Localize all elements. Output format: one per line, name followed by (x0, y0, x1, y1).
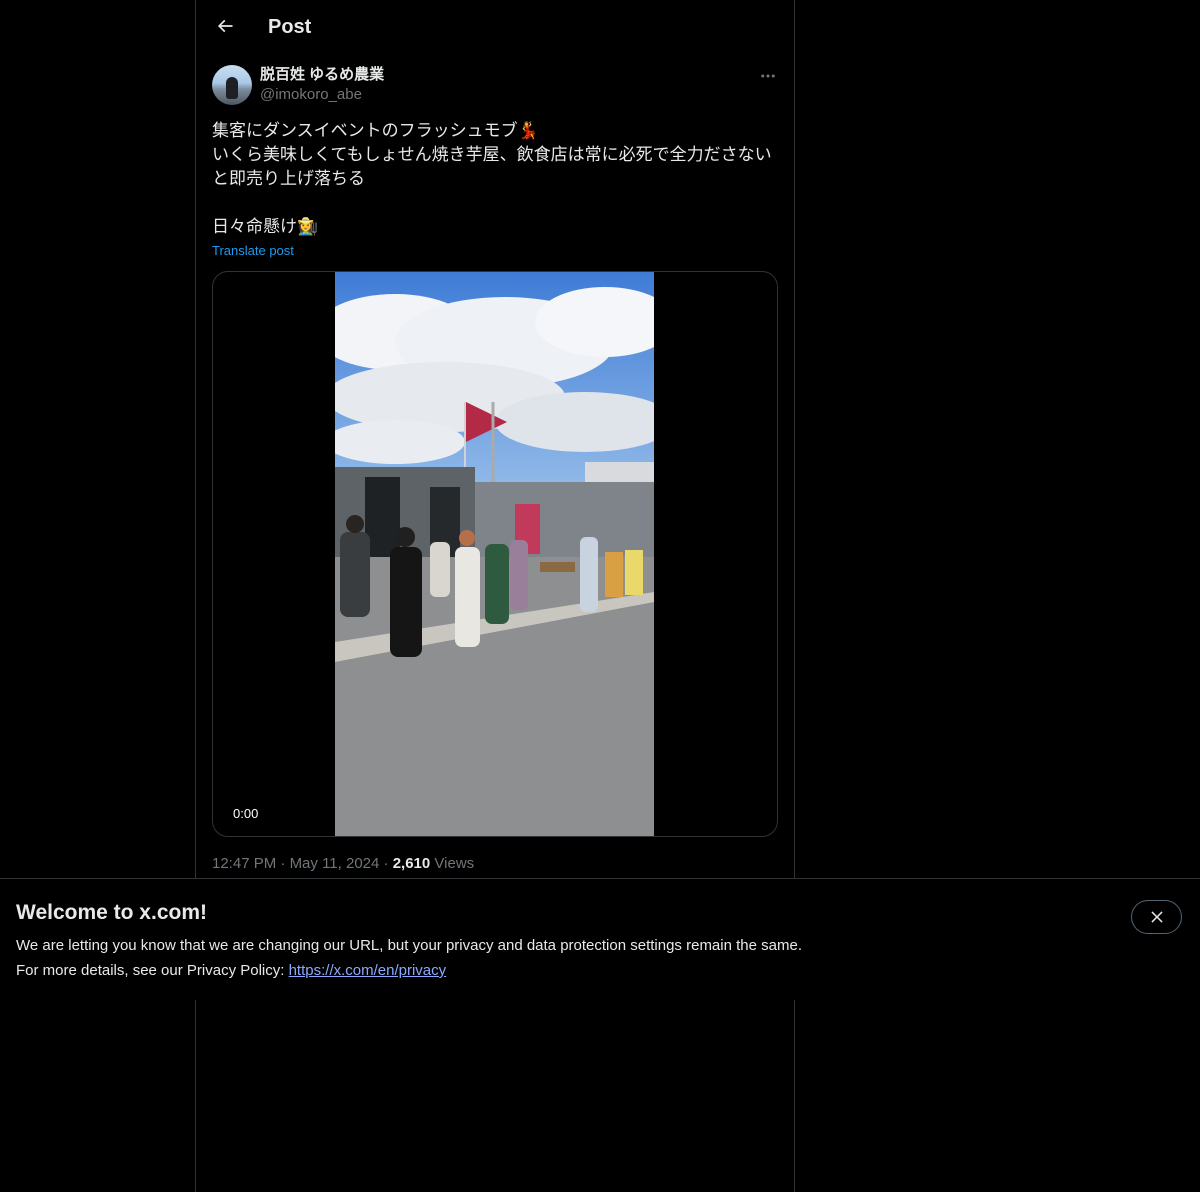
video-frame[interactable] (335, 272, 654, 836)
avatar[interactable] (212, 65, 252, 105)
banner-message: We are letting you know that we are chan… (16, 937, 802, 954)
meta-separator: · (383, 855, 389, 872)
banner-title: Welcome to x.com! (16, 901, 207, 924)
back-button[interactable] (208, 9, 242, 43)
more-button[interactable] (756, 64, 780, 88)
author-handle[interactable]: @imokoro_abe (260, 85, 362, 105)
banner-privacy-prefix: For more details, see our Privacy Policy… (16, 962, 289, 979)
views-count: 2,610 (392, 855, 431, 872)
more-horizontal-icon (761, 74, 775, 78)
avatar-figure (226, 77, 238, 99)
video-time: 0:00 (233, 806, 259, 821)
page-title: Post (268, 16, 312, 38)
post-text: 集客にダンスイベントのフラッシュモブ💃 いくら美味しくてもしょせん焼き芋屋、飲食… (212, 121, 772, 236)
banner-privacy-line: For more details, see our Privacy Policy… (16, 961, 446, 981)
meta-separator: · (280, 855, 286, 872)
arrow-left-icon (217, 19, 233, 33)
post-date[interactable]: May 11, 2024 (290, 855, 380, 872)
translate-post-link[interactable]: Translate post (212, 241, 294, 261)
views-label: Views (434, 855, 475, 872)
url-change-banner: Welcome to x.com! We are letting you kno… (0, 878, 1200, 1000)
post-meta: 12:47 PM · May 11, 2024 · 2,610 Views (212, 854, 474, 874)
video-player[interactable]: 0:00 (212, 271, 778, 837)
privacy-policy-link[interactable]: https://x.com/en/privacy (289, 962, 447, 979)
primary-column: Post 脱百姓 ゆるめ農業 @imokoro_abe 集客にダンスイベントのフ… (195, 0, 795, 1192)
post-time[interactable]: 12:47 PM (212, 855, 276, 872)
post-header: Post (196, 0, 794, 53)
banner-close-button[interactable] (1131, 900, 1182, 934)
video-thumbnail (335, 272, 654, 836)
author-display-name[interactable]: 脱百姓 ゆるめ農業 (260, 65, 384, 85)
close-icon (1150, 911, 1163, 923)
